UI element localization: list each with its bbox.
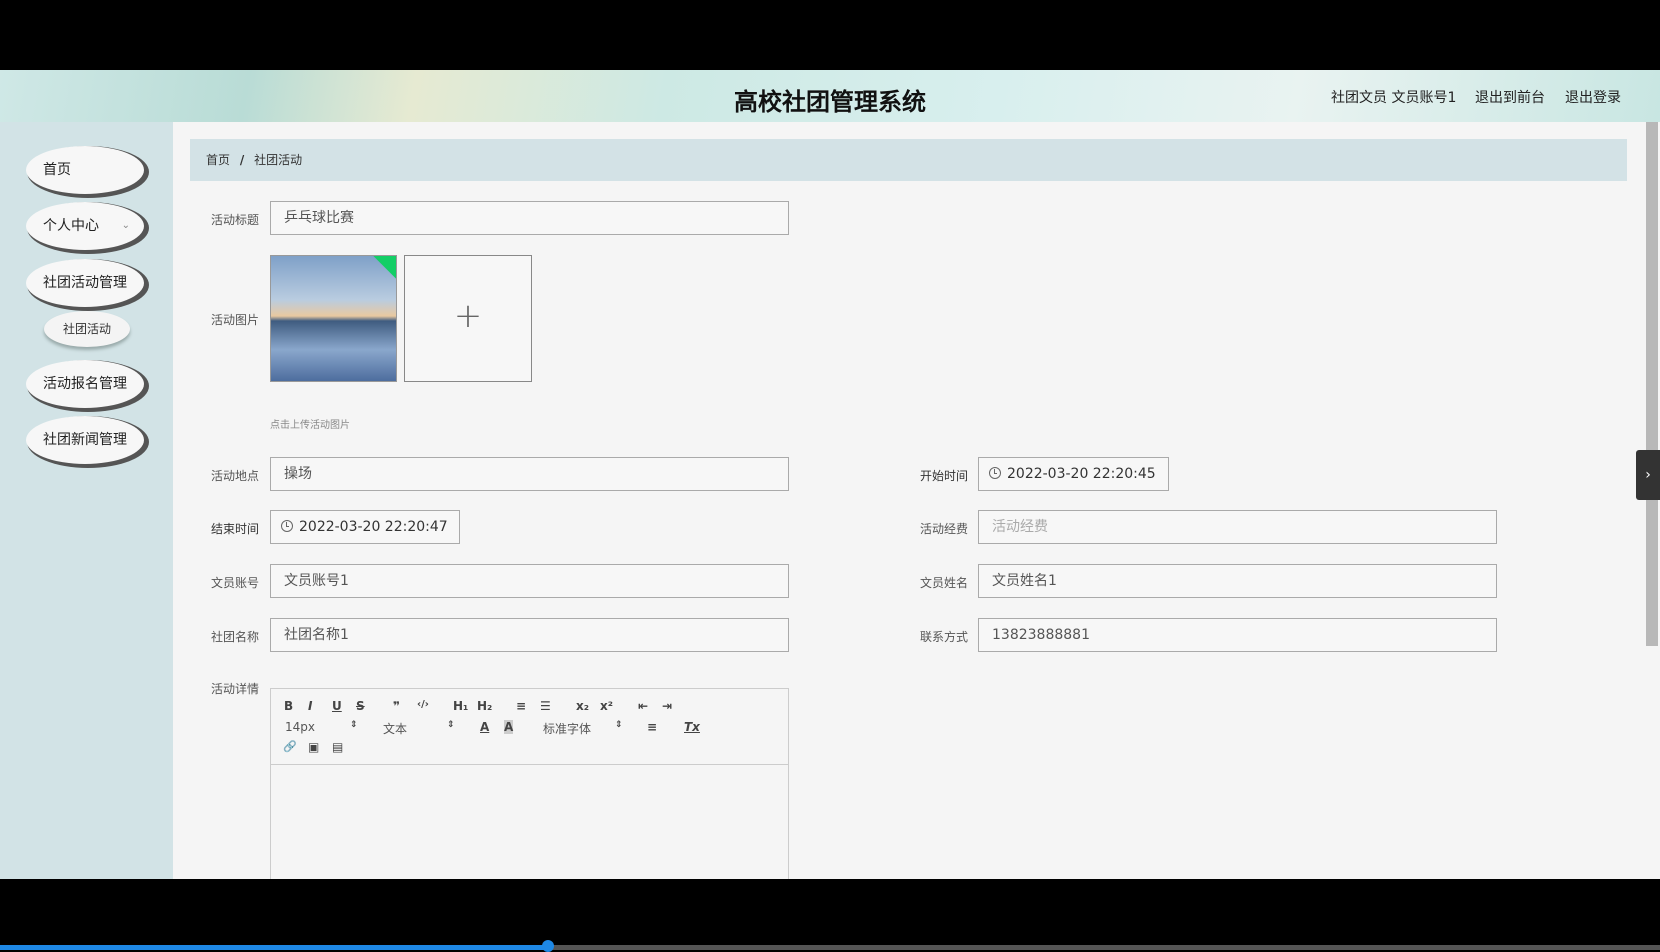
video-progress-handle[interactable]	[541, 940, 554, 952]
video-progress-fill	[0, 945, 548, 950]
bullet-list-button[interactable]: ☰	[540, 699, 551, 713]
breadcrumb-separator: /	[239, 153, 245, 167]
account-input[interactable]: 文员账号1	[270, 564, 789, 598]
menu-club-activity-manage[interactable]: 社团活动管理	[26, 259, 144, 307]
success-check-icon	[373, 256, 396, 279]
header-select[interactable]: 文本	[383, 720, 407, 737]
fee-input[interactable]: 活动经费	[978, 510, 1497, 544]
end-time-label: 结束时间	[210, 522, 259, 536]
clear-format-button[interactable]: Tx	[684, 720, 700, 734]
select-arrows-icon: ⇕	[615, 720, 623, 730]
menu-signup-manage[interactable]: 活动报名管理	[26, 360, 144, 408]
end-time-input[interactable]: 2022-03-20 22:20:47	[270, 510, 460, 544]
breadcrumb: 首页 / 社团活动	[190, 139, 1627, 181]
italic-button[interactable]: I	[308, 699, 312, 713]
font-size-select[interactable]: 14px	[285, 720, 315, 734]
exit-to-front-link[interactable]: 退出到前台	[1475, 87, 1545, 107]
clock-icon	[989, 467, 1001, 479]
h2-button[interactable]: H₂	[477, 699, 492, 713]
name-input[interactable]: 文员姓名1	[978, 564, 1497, 598]
name-label: 文员姓名	[919, 576, 968, 590]
detail-label: 活动详情	[210, 682, 259, 696]
menu-personal-center[interactable]: 个人中心 ⌄	[26, 202, 144, 250]
account-label: 文员账号	[210, 576, 259, 590]
menu-home[interactable]: 首页	[26, 146, 144, 194]
phone-input[interactable]: 13823888881	[978, 618, 1497, 652]
select-arrows-icon: ⇕	[350, 720, 358, 730]
header: 高校社团管理系统 社团文员 文员账号1 退出到前台 退出登录	[0, 70, 1660, 122]
indent-button[interactable]: ⇥	[662, 699, 672, 713]
club-label: 社团名称	[210, 630, 259, 644]
menu-club-activity[interactable]: 社团活动	[44, 311, 130, 347]
breadcrumb-current: 社团活动	[254, 153, 303, 167]
video-letterbox-bottom	[0, 879, 1660, 950]
rich-text-editor: B I U S ❞ ‹/› H₁ H₂ ≡ ☰ x₂ x² ⇤ ⇥ 14px ⇕…	[270, 688, 789, 888]
menu-news-manage[interactable]: 社团新闻管理	[26, 416, 144, 464]
breadcrumb-home[interactable]: 首页	[206, 153, 230, 167]
image-button[interactable]: ▣	[308, 740, 319, 754]
start-time-value: 2022-03-20 22:20:45	[1007, 466, 1156, 482]
end-time-value: 2022-03-20 22:20:47	[299, 519, 448, 535]
title-input[interactable]: 乒乓球比赛	[270, 201, 789, 235]
text-color-button[interactable]: A	[480, 720, 489, 734]
h1-button[interactable]: H₁	[453, 699, 468, 713]
upload-hint: 点击上传活动图片	[270, 420, 350, 431]
outdent-button[interactable]: ⇤	[638, 699, 648, 713]
uploaded-image-thumbnail[interactable]	[270, 255, 397, 382]
video-progress-bar[interactable]	[0, 940, 1660, 952]
editor-toolbar: B I U S ❞ ‹/› H₁ H₂ ≡ ☰ x₂ x² ⇤ ⇥ 14px ⇕…	[271, 689, 788, 765]
subscript-button[interactable]: x₂	[576, 699, 589, 713]
clock-icon	[281, 520, 293, 532]
place-input[interactable]: 操场	[270, 457, 789, 491]
place-label: 活动地点	[210, 469, 259, 483]
link-button[interactable]: 🔗	[283, 740, 297, 753]
start-time-label: 开始时间	[919, 469, 968, 483]
scrollbar[interactable]	[1646, 122, 1658, 646]
image-label: 活动图片	[210, 313, 259, 327]
select-arrows-icon: ⇕	[447, 720, 455, 730]
chevron-down-icon: ⌄	[121, 220, 130, 231]
fee-label: 活动经费	[919, 522, 968, 536]
title-label: 活动标题	[210, 213, 259, 227]
ordered-list-button[interactable]: ≡	[516, 699, 526, 713]
background-color-button[interactable]: A	[504, 720, 514, 734]
upload-image-button[interactable]: +	[404, 255, 532, 382]
phone-label: 联系方式	[919, 630, 968, 644]
sidebar: 首页 个人中心 ⌄ 社团活动管理 社团活动 活动报名管理 社团新闻管理	[0, 122, 173, 879]
logout-link[interactable]: 退出登录	[1565, 87, 1621, 107]
menu-label: 个人中心	[43, 218, 99, 234]
font-family-select[interactable]: 标准字体	[543, 720, 591, 737]
underline-button[interactable]: U	[332, 699, 342, 713]
video-button[interactable]: ▤	[332, 740, 343, 754]
align-button[interactable]: ≡	[647, 720, 657, 734]
blockquote-button[interactable]: ❞	[393, 699, 400, 713]
start-time-input[interactable]: 2022-03-20 22:20:45	[978, 457, 1169, 491]
editor-content-area[interactable]	[271, 766, 788, 886]
strike-button[interactable]: S	[356, 699, 365, 713]
side-panel-toggle[interactable]: ›	[1636, 450, 1660, 500]
user-info: 社团文员 文员账号1	[1331, 90, 1457, 106]
club-input[interactable]: 社团名称1	[270, 618, 789, 652]
superscript-button[interactable]: x²	[600, 699, 613, 713]
bold-button[interactable]: B	[284, 699, 293, 713]
code-button[interactable]: ‹/›	[417, 699, 429, 710]
